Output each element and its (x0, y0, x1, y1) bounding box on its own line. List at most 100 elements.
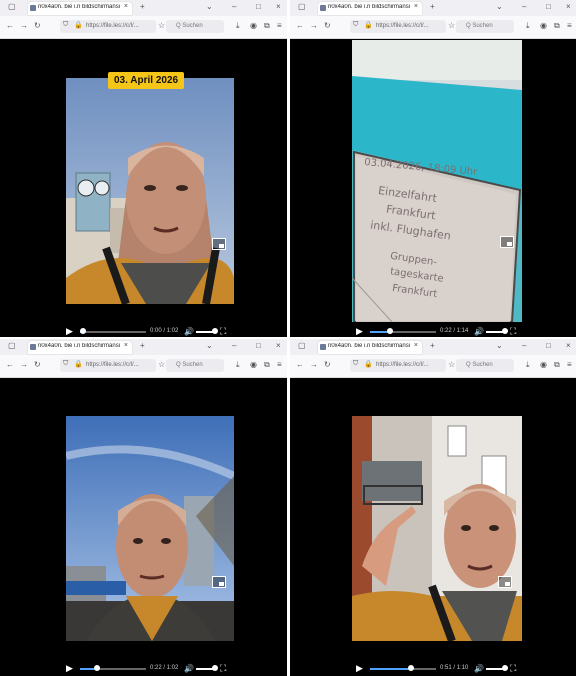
seek-slider[interactable] (370, 665, 436, 671)
url-bar[interactable]: ⛉ 🔒 https://file.les://c/l/... (350, 359, 446, 372)
menu-icon[interactable]: ≡ (277, 21, 282, 30)
back-arrow-icon[interactable]: ← (296, 21, 304, 30)
seek-slider[interactable] (79, 328, 146, 334)
volume-knob[interactable] (502, 665, 508, 671)
account-icon[interactable]: ◉ (250, 21, 257, 30)
browser-tab[interactable]: n0x4a0n. bie i.n bildschirmansicht × (318, 2, 422, 15)
forward-arrow-icon[interactable]: → (20, 21, 28, 30)
tab-list-icon[interactable]: ▢ (8, 2, 16, 11)
back-arrow-icon[interactable]: ← (6, 21, 14, 30)
minimize-icon[interactable]: – (522, 341, 526, 350)
account-icon[interactable]: ◉ (540, 360, 547, 369)
back-arrow-icon[interactable]: ← (296, 360, 304, 369)
volume-icon[interactable]: 🔊 (184, 327, 194, 336)
close-window-icon[interactable]: × (566, 341, 571, 350)
volume-icon[interactable]: 🔊 (184, 664, 194, 673)
picture-in-picture-icon[interactable] (212, 576, 226, 588)
search-input[interactable]: Q Suchen (456, 359, 514, 372)
reload-icon[interactable]: ↻ (324, 21, 331, 30)
volume-icon[interactable]: 🔊 (474, 327, 484, 336)
picture-in-picture-icon[interactable] (498, 576, 512, 588)
close-tab-icon[interactable]: × (414, 342, 418, 349)
chevron-down-icon[interactable]: ⌄ (206, 2, 213, 11)
minimize-icon[interactable]: – (232, 341, 236, 350)
download-icon[interactable]: ⤓ (236, 360, 240, 370)
video-frame[interactable] (352, 416, 522, 641)
close-tab-icon[interactable]: × (414, 3, 418, 10)
fullscreen-icon[interactable]: ⛶ (220, 326, 226, 337)
plus-icon[interactable]: + (430, 2, 435, 11)
reload-icon[interactable]: ↻ (34, 360, 41, 369)
download-icon[interactable]: ⤓ (236, 21, 240, 31)
reload-icon[interactable]: ↻ (324, 360, 331, 369)
forward-arrow-icon[interactable]: → (20, 360, 28, 369)
bookmark-star-icon[interactable]: ☆ (158, 360, 165, 369)
search-input[interactable]: Q Suchen (166, 20, 224, 33)
fullscreen-icon[interactable]: ⛶ (510, 326, 516, 337)
bookmark-star-icon[interactable]: ☆ (448, 360, 455, 369)
seek-knob[interactable] (386, 328, 393, 334)
chevron-down-icon[interactable]: ⌄ (496, 2, 503, 11)
volume-icon[interactable]: 🔊 (474, 664, 484, 673)
minimize-icon[interactable]: – (522, 2, 526, 11)
picture-in-picture-icon[interactable] (500, 236, 514, 248)
search-input[interactable]: Q Suchen (456, 20, 514, 33)
browser-tab[interactable]: n0x4a0n. bie i.n bildschirmansicht × (28, 2, 132, 15)
seek-knob[interactable] (94, 665, 101, 671)
close-window-icon[interactable]: × (276, 2, 281, 11)
play-icon[interactable]: ▶ (356, 663, 363, 674)
maximize-icon[interactable]: □ (546, 2, 551, 11)
plus-icon[interactable]: + (430, 341, 435, 350)
account-icon[interactable]: ◉ (540, 21, 547, 30)
video-frame[interactable] (66, 416, 234, 641)
play-icon[interactable]: ▶ (66, 326, 73, 337)
download-icon[interactable]: ⤓ (526, 360, 530, 370)
fullscreen-icon[interactable]: ⛶ (220, 663, 226, 674)
maximize-icon[interactable]: □ (256, 2, 261, 11)
browser-tab[interactable]: n0x4a0n. bie i.n bildschirmansicht × (318, 341, 422, 354)
close-window-icon[interactable]: × (276, 341, 281, 350)
close-tab-icon[interactable]: × (124, 3, 128, 10)
chevron-down-icon[interactable]: ⌄ (496, 341, 503, 350)
menu-icon[interactable]: ≡ (567, 21, 572, 30)
play-icon[interactable]: ▶ (66, 663, 73, 674)
volume-knob[interactable] (212, 665, 218, 671)
reload-icon[interactable]: ↻ (34, 21, 41, 30)
volume-knob[interactable] (502, 328, 508, 334)
minimize-icon[interactable]: – (232, 2, 236, 11)
chevron-down-icon[interactable]: ⌄ (206, 341, 213, 350)
volume-knob[interactable] (212, 328, 218, 334)
forward-arrow-icon[interactable]: → (310, 21, 318, 30)
seek-knob[interactable] (407, 665, 414, 671)
account-icon[interactable]: ◉ (250, 360, 257, 369)
seek-knob[interactable] (79, 328, 86, 334)
extensions-icon[interactable]: ⧉ (264, 21, 270, 31)
url-bar[interactable]: ⛉ 🔒 https://file.les://c/l/... (60, 359, 156, 372)
plus-icon[interactable]: + (140, 2, 145, 11)
video-frame[interactable] (66, 78, 234, 304)
download-icon[interactable]: ⤓ (526, 21, 530, 31)
play-icon[interactable]: ▶ (356, 326, 363, 337)
tab-list-icon[interactable]: ▢ (298, 341, 306, 350)
close-tab-icon[interactable]: × (124, 342, 128, 349)
tab-list-icon[interactable]: ▢ (298, 2, 306, 11)
url-bar[interactable]: ⛉ 🔒 https://file.les://c/l/... (60, 20, 156, 33)
extensions-icon[interactable]: ⧉ (554, 360, 560, 370)
url-bar[interactable]: ⛉ 🔒 https://file.les://c/l/... (350, 20, 446, 33)
close-window-icon[interactable]: × (566, 2, 571, 11)
bookmark-star-icon[interactable]: ☆ (448, 21, 455, 30)
fullscreen-icon[interactable]: ⛶ (510, 663, 516, 674)
extensions-icon[interactable]: ⧉ (554, 21, 560, 31)
plus-icon[interactable]: + (140, 341, 145, 350)
maximize-icon[interactable]: □ (256, 341, 261, 350)
video-frame[interactable]: 03.04.2026, 18:09 Uhr Einzelfahrt Frankf… (352, 40, 522, 322)
forward-arrow-icon[interactable]: → (310, 360, 318, 369)
tab-list-icon[interactable]: ▢ (8, 341, 16, 350)
menu-icon[interactable]: ≡ (277, 360, 282, 369)
seek-slider[interactable] (80, 665, 146, 671)
extensions-icon[interactable]: ⧉ (264, 360, 270, 370)
bookmark-star-icon[interactable]: ☆ (158, 21, 165, 30)
menu-icon[interactable]: ≡ (567, 360, 572, 369)
maximize-icon[interactable]: □ (546, 341, 551, 350)
picture-in-picture-icon[interactable] (212, 238, 226, 250)
